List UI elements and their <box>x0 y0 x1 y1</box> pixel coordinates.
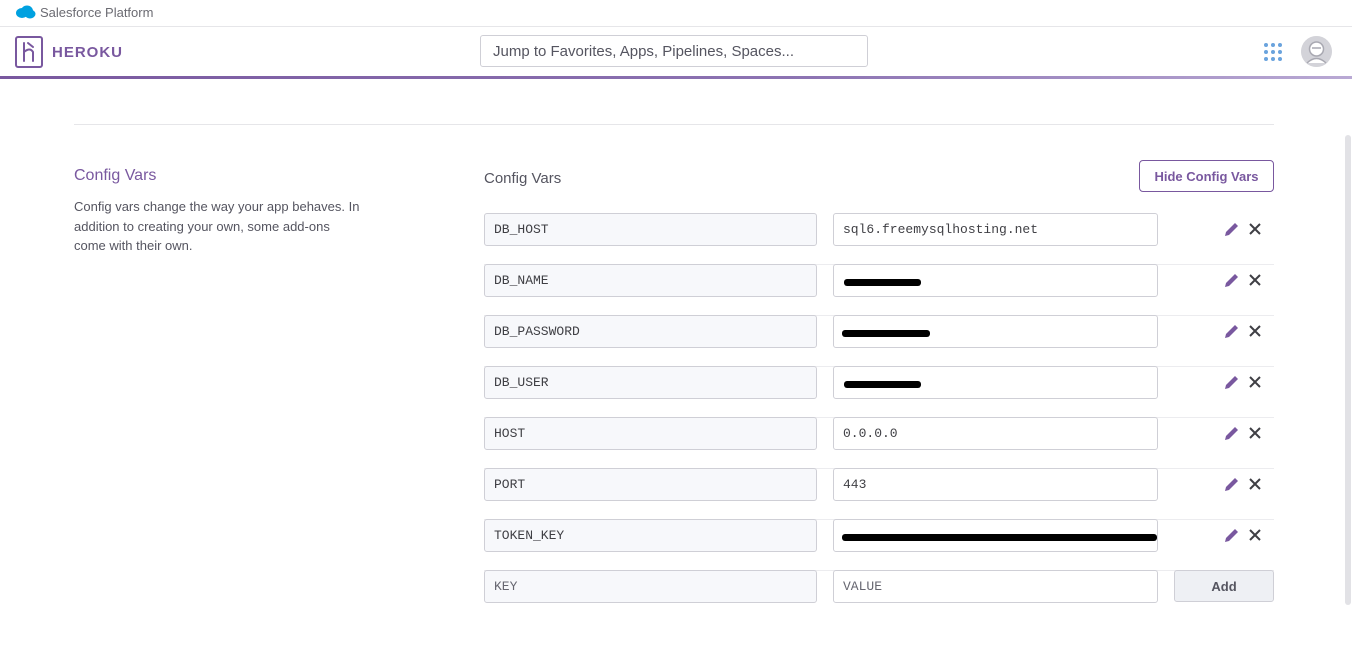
edit-pencil-icon[interactable] <box>1223 374 1240 391</box>
config-var-row <box>484 468 1274 520</box>
salesforce-platform-label: Salesforce Platform <box>40 5 154 20</box>
config-var-row <box>484 417 1274 469</box>
heroku-logo-text[interactable]: HEROKU <box>52 44 123 61</box>
salesforce-cloud-icon <box>16 5 36 19</box>
config-var-key-input[interactable] <box>484 315 817 348</box>
config-var-value-input[interactable] <box>833 417 1158 450</box>
config-var-value-input[interactable] <box>833 468 1158 501</box>
apps-grid-icon[interactable] <box>1264 43 1283 62</box>
heroku-header: HEROKU <box>0 27 1352 77</box>
delete-x-icon[interactable] <box>1248 222 1262 236</box>
search-input[interactable] <box>480 35 868 67</box>
edit-pencil-icon[interactable] <box>1223 323 1240 340</box>
config-var-key-input[interactable] <box>484 366 817 399</box>
section-divider <box>74 124 1274 125</box>
edit-pencil-icon[interactable] <box>1223 527 1240 544</box>
redaction-mark <box>842 534 1157 541</box>
config-var-key-input[interactable] <box>484 468 817 501</box>
delete-x-icon[interactable] <box>1248 477 1262 491</box>
redaction-mark <box>844 381 921 388</box>
config-var-key-input[interactable] <box>484 417 817 450</box>
config-var-row <box>484 213 1274 265</box>
edit-pencil-icon[interactable] <box>1223 221 1240 238</box>
edit-pencil-icon[interactable] <box>1223 425 1240 442</box>
page-scrollbar[interactable] <box>1345 135 1351 605</box>
redaction-mark <box>844 279 921 286</box>
config-vars-section-title: Config Vars <box>74 167 157 184</box>
config-var-value-input[interactable] <box>833 213 1158 246</box>
config-vars-description: Config vars change the way your app beha… <box>74 199 360 253</box>
config-vars-table-title: Config Vars <box>484 170 562 187</box>
edit-pencil-icon[interactable] <box>1223 476 1240 493</box>
new-key-input[interactable] <box>484 570 817 603</box>
config-var-row <box>484 315 1274 367</box>
delete-x-icon[interactable] <box>1248 375 1262 389</box>
delete-x-icon[interactable] <box>1248 426 1262 440</box>
new-config-var-row: Add <box>484 570 1274 621</box>
edit-pencil-icon[interactable] <box>1223 272 1240 289</box>
config-var-key-input[interactable] <box>484 519 817 552</box>
avatar-icon[interactable] <box>1301 36 1332 67</box>
heroku-logo-icon[interactable] <box>15 36 43 68</box>
delete-x-icon[interactable] <box>1248 324 1262 338</box>
delete-x-icon[interactable] <box>1248 528 1262 542</box>
header-accent-rule <box>0 76 1352 79</box>
redaction-mark <box>842 330 930 337</box>
add-config-var-button[interactable]: Add <box>1174 570 1274 602</box>
config-var-key-input[interactable] <box>484 213 817 246</box>
config-var-row <box>484 366 1274 418</box>
delete-x-icon[interactable] <box>1248 273 1262 287</box>
config-var-row <box>484 519 1274 571</box>
config-var-key-input[interactable] <box>484 264 817 297</box>
new-value-input[interactable] <box>833 570 1158 603</box>
config-var-row <box>484 264 1274 316</box>
salesforce-platform-bar: Salesforce Platform <box>0 0 1352 27</box>
hide-config-vars-button[interactable]: Hide Config Vars <box>1139 160 1274 192</box>
